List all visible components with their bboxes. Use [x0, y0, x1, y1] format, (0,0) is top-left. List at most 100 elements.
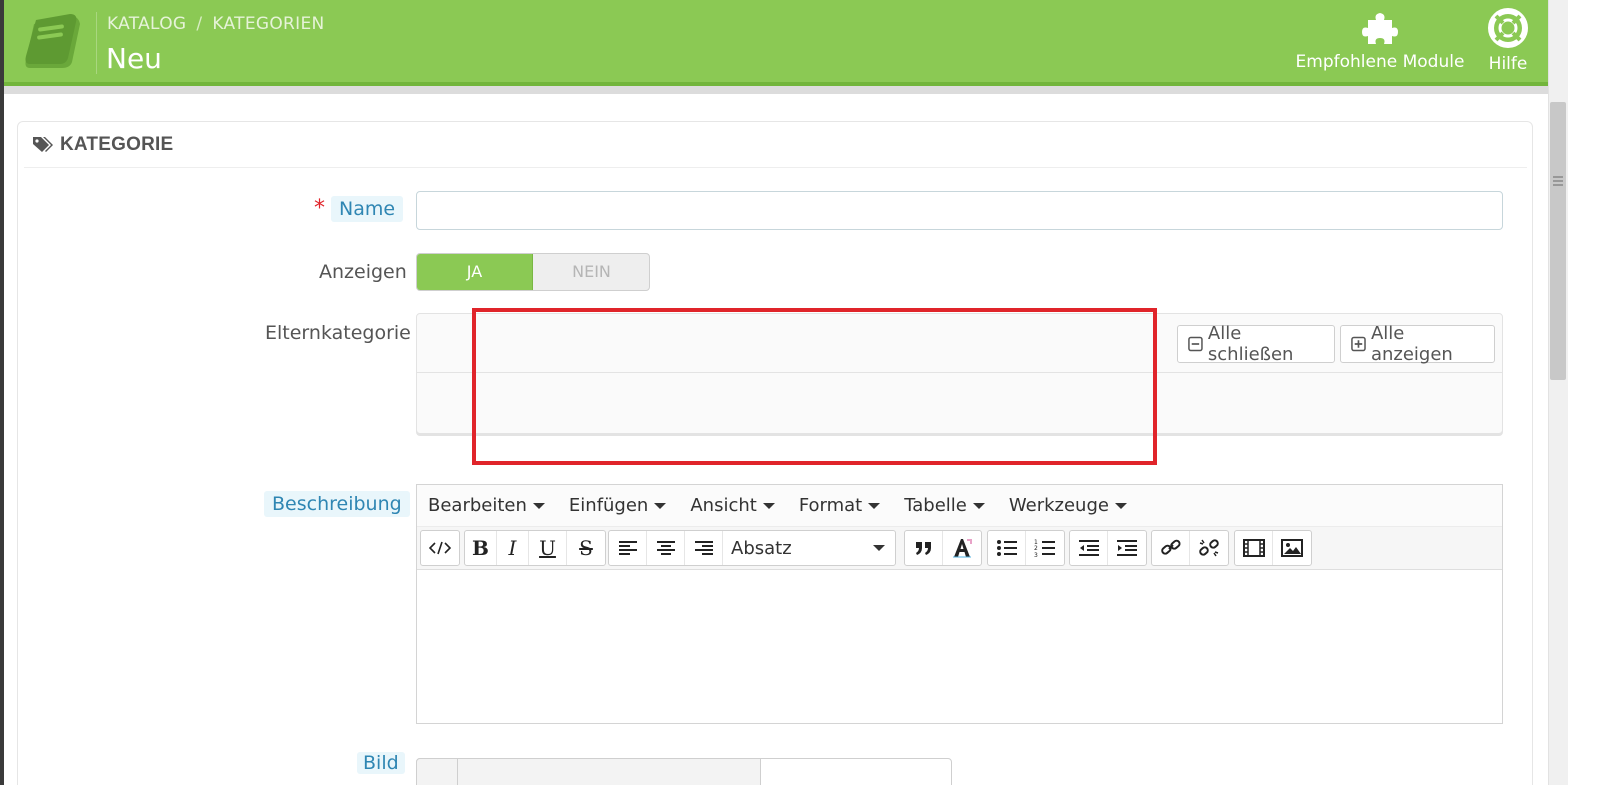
text-color-button[interactable] — [943, 531, 981, 565]
caret-down-icon — [972, 502, 985, 509]
toolbar-group-text-style: B I U S — [464, 530, 606, 566]
menu-table-label: Tabelle — [904, 495, 967, 516]
plus-square-icon — [1351, 336, 1366, 352]
header-divider — [96, 12, 97, 74]
toolbar-group-quote-color — [904, 530, 982, 566]
file-select-button[interactable] — [416, 758, 458, 785]
description-label: Beschreibung — [264, 491, 410, 517]
strikethrough-icon: S — [579, 536, 593, 560]
link-icon — [1160, 539, 1181, 555]
lifebuoy-icon — [1488, 8, 1528, 48]
caret-down-icon — [654, 502, 667, 509]
toolbar-group-align-format: Absatz — [608, 530, 896, 566]
name-input[interactable] — [416, 191, 1503, 230]
page-title: Neu — [106, 42, 162, 75]
align-left-button[interactable] — [609, 531, 647, 565]
expand-all-button[interactable]: Alle anzeigen — [1340, 323, 1495, 365]
underline-button[interactable]: U — [529, 531, 567, 565]
italic-icon: I — [508, 536, 517, 560]
breadcrumb: KATALOG / KATEGORIEN — [107, 14, 325, 34]
editor-toolbar: B I U S Absatz 123 — [417, 527, 1502, 570]
block-format-select[interactable]: Absatz — [723, 531, 895, 565]
menu-table[interactable]: Tabelle — [904, 495, 985, 516]
toolbar-group-lists: 123 — [987, 530, 1065, 566]
indent-icon — [1117, 540, 1137, 556]
numbered-list-button[interactable]: 123 — [1026, 531, 1064, 565]
panel-heading: KATEGORIE — [32, 134, 173, 156]
align-right-icon — [694, 541, 713, 555]
toggle-yes[interactable]: JA — [417, 254, 533, 290]
name-label: Name — [331, 196, 404, 222]
numbered-list-icon: 123 — [1034, 539, 1055, 558]
toolbar-group-indent — [1069, 530, 1147, 566]
breadcrumb-item-categories[interactable]: KATEGORIEN — [212, 14, 324, 34]
header-shadow — [4, 86, 1548, 94]
collapse-all-label: Alle schließen — [1207, 323, 1294, 365]
help-button[interactable]: Hilfe — [1480, 8, 1536, 74]
insert-video-button[interactable] — [1235, 531, 1273, 565]
annotation-highlight-box — [472, 308, 1157, 465]
text-color-icon — [953, 539, 972, 558]
italic-button[interactable]: I — [497, 531, 529, 565]
toolbar-group-links — [1151, 530, 1229, 566]
svg-text:3: 3 — [1034, 552, 1038, 558]
parent-category-label: Elternkategorie — [265, 322, 411, 344]
puzzle-icon — [1362, 13, 1398, 44]
source-code-button[interactable] — [421, 531, 459, 565]
editor-menubar: Bearbeiten Einfügen Ansicht Format Tabel… — [417, 485, 1502, 527]
quote-icon — [915, 542, 931, 555]
file-name-field[interactable] — [458, 758, 761, 785]
menu-view[interactable]: Ansicht — [690, 495, 775, 516]
expand-all-label: Alle anzeigen — [1370, 323, 1453, 365]
menu-format-label: Format — [798, 495, 863, 516]
bold-button[interactable]: B — [465, 531, 497, 565]
code-icon — [429, 541, 451, 555]
recommended-modules-button[interactable]: Empfohlene Module — [1294, 8, 1466, 72]
breadcrumb-separator: / — [196, 14, 203, 34]
svg-text:2: 2 — [1034, 545, 1038, 552]
menu-tools[interactable]: Werkzeuge — [1009, 495, 1127, 516]
outdent-icon — [1078, 540, 1099, 556]
film-icon — [1242, 539, 1265, 557]
scrollbar-grip-icon — [1553, 172, 1563, 186]
menu-edit-label: Bearbeiten — [428, 495, 527, 516]
menu-insert[interactable]: Einfügen — [568, 495, 667, 516]
insert-link-button[interactable] — [1152, 531, 1190, 565]
recommended-modules-label: Empfohlene Module — [1295, 52, 1465, 72]
image-icon — [1281, 539, 1303, 557]
window-edge — [0, 0, 4, 785]
align-center-button[interactable] — [647, 531, 685, 565]
menu-edit[interactable]: Bearbeiten — [428, 495, 545, 516]
block-format-value: Absatz — [731, 537, 792, 559]
insert-image-button[interactable] — [1273, 531, 1311, 565]
menu-format[interactable]: Format — [798, 495, 881, 516]
scrollbar-thumb[interactable] — [1550, 102, 1566, 380]
tags-icon — [33, 137, 53, 152]
menu-tools-label: Werkzeuge — [1008, 495, 1109, 516]
caret-down-icon — [873, 545, 885, 551]
show-toggle[interactable]: JA NEIN — [416, 253, 650, 291]
indent-button[interactable] — [1108, 531, 1146, 565]
required-marker: * — [314, 196, 325, 221]
remove-link-button[interactable] — [1190, 531, 1228, 565]
collapse-all-button[interactable]: Alle schließen — [1177, 323, 1335, 365]
minus-square-icon — [1188, 336, 1203, 352]
menu-insert-label: Einfügen — [568, 495, 649, 516]
caret-down-icon — [762, 502, 775, 509]
toggle-no[interactable]: NEIN — [534, 254, 649, 290]
caret-down-icon — [532, 502, 545, 509]
bullet-list-icon — [996, 540, 1017, 556]
breadcrumb-item-catalog[interactable]: KATALOG — [107, 14, 186, 34]
align-right-button[interactable] — [685, 531, 723, 565]
outdent-button[interactable] — [1070, 531, 1108, 565]
align-left-icon — [618, 541, 637, 555]
blockquote-button[interactable] — [905, 531, 943, 565]
show-label: Anzeigen — [319, 261, 407, 283]
panel-divider — [24, 167, 1527, 168]
image-label: Bild — [357, 752, 405, 774]
caret-down-icon — [868, 502, 881, 509]
caret-down-icon — [1114, 502, 1127, 509]
bullet-list-button[interactable] — [988, 531, 1026, 565]
strikethrough-button[interactable]: S — [567, 531, 605, 565]
underline-icon: U — [539, 536, 556, 560]
